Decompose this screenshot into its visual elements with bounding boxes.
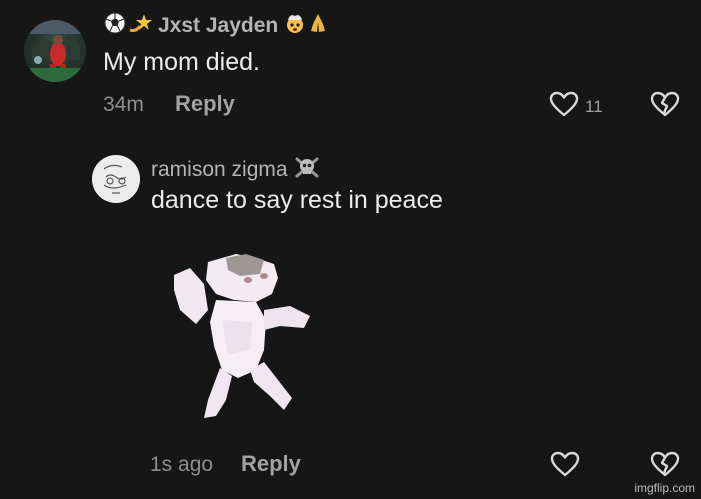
comment-timestamp: 34m — [103, 93, 144, 116]
avatar-drawing — [92, 155, 140, 203]
avatar[interactable] — [92, 155, 140, 203]
reply-button[interactable]: Reply — [241, 451, 301, 477]
comment-username[interactable]: ramison zigma — [151, 155, 320, 185]
dizzy-icon — [128, 12, 152, 40]
exploding-head-icon — [284, 12, 306, 40]
folded-hands-icon — [308, 12, 328, 40]
avatar-photo — [24, 20, 86, 82]
dislike-button[interactable] — [650, 451, 680, 482]
comment-username[interactable]: Jxst Jayden — [104, 12, 328, 40]
skull-and-crossbones-icon — [294, 155, 320, 185]
username-text: Jxst Jayden — [158, 14, 279, 37]
comment-timestamp: 1s ago — [150, 453, 214, 476]
comment-text: dance to say rest in peace — [151, 186, 443, 214]
like-count: 11 — [585, 96, 603, 116]
heart-icon — [549, 91, 579, 122]
comment-text: My mom died. — [103, 48, 260, 76]
reply-button[interactable]: Reply — [175, 91, 235, 117]
soccer-ball-icon — [104, 12, 126, 40]
watermark: imgflip.com — [634, 481, 695, 495]
dancing-cat-gif[interactable] — [160, 250, 320, 430]
username-text: ramison zigma — [151, 158, 288, 181]
like-button[interactable] — [550, 451, 580, 482]
dislike-button[interactable] — [650, 91, 680, 122]
avatar[interactable] — [24, 20, 86, 82]
cat-image — [174, 254, 310, 418]
broken-heart-icon — [650, 451, 680, 481]
broken-heart-icon — [650, 91, 680, 121]
like-button[interactable]: 11 — [549, 91, 603, 122]
heart-icon — [550, 451, 580, 481]
